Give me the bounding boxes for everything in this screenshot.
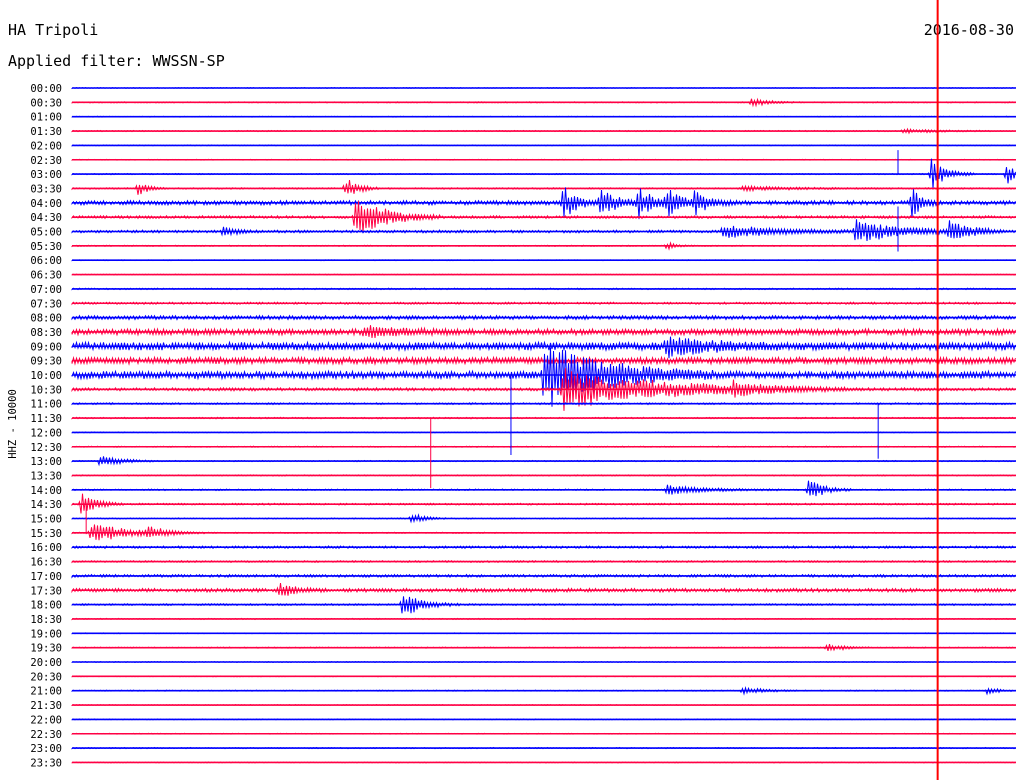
time-tick-label: 00:00 bbox=[30, 83, 62, 95]
trace-line bbox=[71, 336, 1016, 359]
y-axis-label: HHZ - 10000 bbox=[7, 389, 19, 459]
time-tick-label: 22:30 bbox=[30, 729, 62, 741]
time-tick-label: 04:30 bbox=[30, 212, 62, 224]
time-tick-label: 12:30 bbox=[30, 442, 62, 454]
time-tick-label: 02:00 bbox=[30, 140, 62, 152]
helicorder-plot: HA Tripoli 2016-08-30 Applied filter: WW… bbox=[7, 0, 1016, 780]
trace-line bbox=[71, 347, 1016, 407]
time-tick-label: 06:30 bbox=[30, 270, 62, 282]
time-tick-label: 13:30 bbox=[30, 470, 62, 482]
filter-label: Applied filter: WWSSN-SP bbox=[8, 52, 225, 70]
trace-line bbox=[71, 582, 1016, 596]
time-tick-label: 16:00 bbox=[30, 542, 62, 554]
time-tick-label: 05:00 bbox=[30, 227, 62, 239]
time-tick-label: 11:00 bbox=[30, 399, 62, 411]
time-tick-label: 04:00 bbox=[30, 198, 62, 210]
time-tick-label: 08:00 bbox=[30, 313, 62, 325]
time-tick-label: 17:30 bbox=[30, 585, 62, 597]
time-tick-label: 21:30 bbox=[30, 700, 62, 712]
trace-line bbox=[71, 480, 1016, 497]
trace-rows bbox=[71, 86, 1016, 764]
time-tick-label: 01:30 bbox=[30, 126, 62, 138]
time-tick-label: 19:30 bbox=[30, 643, 62, 655]
time-tick-label: 07:00 bbox=[30, 284, 62, 296]
time-tick-labels: 00:00 00:30 01:00 01:30 02:00 02:30 03:00 03:30… bbox=[30, 83, 62, 769]
time-tick-label: 22:00 bbox=[30, 714, 62, 726]
time-tick-label: 18:00 bbox=[30, 600, 62, 612]
time-tick-label: 18:30 bbox=[30, 614, 62, 626]
time-tick-label: 09:30 bbox=[30, 356, 62, 368]
time-tick-label: 20:30 bbox=[30, 671, 62, 683]
time-tick-label: 07:30 bbox=[30, 298, 62, 310]
station-title: HA Tripoli bbox=[8, 21, 98, 39]
time-tick-label: 06:00 bbox=[30, 255, 62, 267]
time-tick-label: 01:00 bbox=[30, 112, 62, 124]
time-tick-label: 10:00 bbox=[30, 370, 62, 382]
time-tick-label: 11:30 bbox=[30, 413, 62, 425]
time-tick-label: 03:30 bbox=[30, 183, 62, 195]
trace-line bbox=[71, 180, 1016, 195]
time-tick-label: 13:00 bbox=[30, 456, 62, 468]
time-tick-label: 08:30 bbox=[30, 327, 62, 339]
time-tick-label: 12:00 bbox=[30, 427, 62, 439]
time-tick-label: 20:00 bbox=[30, 657, 62, 669]
time-tick-label: 00:30 bbox=[30, 97, 62, 109]
time-tick-label: 16:30 bbox=[30, 557, 62, 569]
trace-line bbox=[71, 219, 1016, 241]
time-tick-label: 03:00 bbox=[30, 169, 62, 181]
time-tick-label: 10:30 bbox=[30, 384, 62, 396]
time-tick-label: 14:00 bbox=[30, 485, 62, 497]
time-tick-label: 17:00 bbox=[30, 571, 62, 583]
time-tick-label: 09:00 bbox=[30, 341, 62, 353]
time-tick-label: 15:00 bbox=[30, 514, 62, 526]
time-tick-label: 19:00 bbox=[30, 628, 62, 640]
time-tick-label: 23:30 bbox=[30, 757, 62, 769]
time-tick-label: 02:30 bbox=[30, 155, 62, 167]
time-tick-label: 23:00 bbox=[30, 743, 62, 755]
time-tick-label: 15:30 bbox=[30, 528, 62, 540]
time-tick-label: 21:00 bbox=[30, 686, 62, 698]
time-tick-label: 14:30 bbox=[30, 499, 62, 511]
time-tick-label: 05:30 bbox=[30, 241, 62, 253]
